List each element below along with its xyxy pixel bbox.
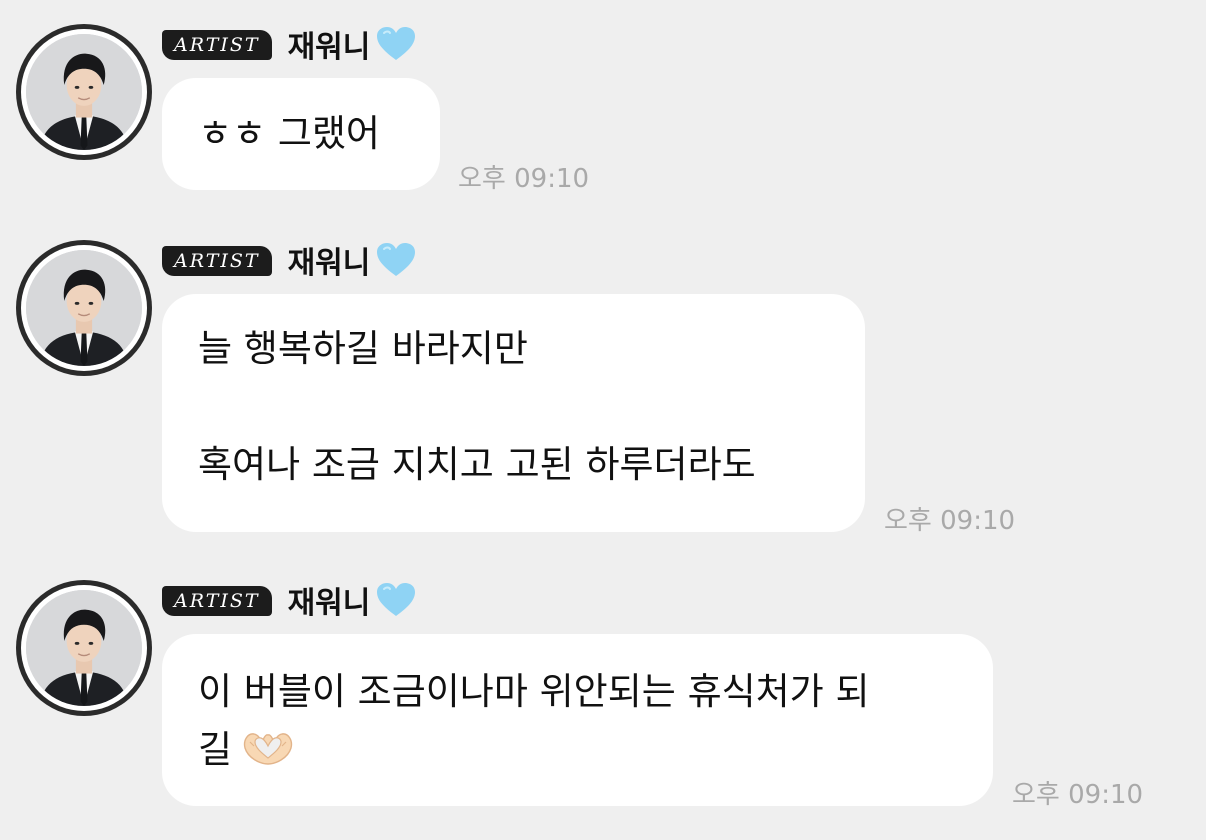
sender-row: ARTIST 재워니 xyxy=(162,238,416,282)
sender-name: 재워니 xyxy=(287,586,371,621)
light-blue-heart-icon xyxy=(376,242,416,278)
avatar[interactable] xyxy=(16,24,152,160)
message-text: 이 버블이 조금이나마 위안되는 휴식처가 되 xyxy=(198,670,870,713)
message-time: 오후 09:10 xyxy=(1012,780,1144,810)
message-text: ㅎㅎ 그랬어 xyxy=(198,112,380,155)
artist-badge: ARTIST xyxy=(162,30,272,60)
avatar-photo xyxy=(26,590,142,706)
message-text: 혹여나 조금 지치고 고된 하루더라도 xyxy=(198,443,756,486)
avatar[interactable] xyxy=(16,240,152,376)
message-bubble[interactable]: 이 버블이 조금이나마 위안되는 휴식처가 되 길 xyxy=(162,634,993,806)
heart-hands-icon xyxy=(242,728,294,768)
avatar-photo xyxy=(26,250,142,366)
message-text-line: 길 xyxy=(198,721,957,779)
artist-badge: ARTIST xyxy=(162,246,272,276)
avatar[interactable] xyxy=(16,580,152,716)
sender-name: 재워니 xyxy=(287,30,371,65)
message-text-blank xyxy=(198,378,829,436)
avatar-photo xyxy=(26,34,142,150)
message-text: 늘 행복하길 바라지만 xyxy=(198,327,528,370)
light-blue-heart-icon xyxy=(376,26,416,62)
message-text: 길 xyxy=(198,728,233,771)
sender-name: 재워니 xyxy=(287,246,371,281)
message-time: 오후 09:10 xyxy=(458,164,590,194)
message-bubble[interactable]: 늘 행복하길 바라지만 혹여나 조금 지치고 고된 하루더라도 xyxy=(162,294,865,532)
message-bubble[interactable]: ㅎㅎ 그랬어 xyxy=(162,78,440,190)
light-blue-heart-icon xyxy=(376,582,416,618)
message-time: 오후 09:10 xyxy=(884,506,1016,536)
artist-badge: ARTIST xyxy=(162,586,272,616)
sender-row: ARTIST 재워니 xyxy=(162,578,416,622)
sender-row: ARTIST 재워니 xyxy=(162,22,416,66)
